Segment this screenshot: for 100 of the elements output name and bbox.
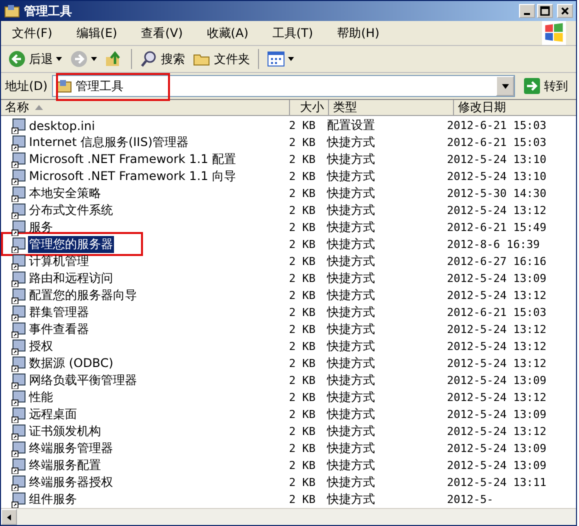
file-row[interactable]: Internet 信息服务(IIS)管理器 2 KB 快捷方式 2012-6-21 15:03 bbox=[1, 134, 576, 151]
file-row[interactable]: 证书颁发机构 2 KB 快捷方式 2012-5-24 13:12 bbox=[1, 423, 576, 440]
modified-date: 2012-5-24 13:10 bbox=[447, 170, 546, 183]
caret-icon bbox=[91, 57, 97, 61]
modified-date: 2012-5-24 13:10 bbox=[447, 153, 546, 166]
file-row[interactable]: Microsoft .NET Framework 1.1 向导 2 KB 快捷方式 2012-5-24 13:10 bbox=[1, 168, 576, 185]
file-name: 终端服务配置 bbox=[28, 457, 102, 474]
modified-date: 2012-8-6 16:39 bbox=[447, 238, 540, 251]
menu-item[interactable]: 文件(F) bbox=[7, 24, 60, 42]
dropdown-button[interactable] bbox=[496, 76, 514, 96]
modified-date: 2012-5-24 13:12 bbox=[447, 323, 546, 336]
search-icon bbox=[140, 50, 158, 68]
menu-item[interactable]: 查看(V) bbox=[136, 24, 190, 42]
search-button[interactable]: 搜索 bbox=[137, 47, 188, 71]
file-type: 快捷方式 bbox=[327, 305, 375, 319]
file-size: 2 KB bbox=[289, 323, 316, 336]
file-row[interactable]: 本地安全策略 2 KB 快捷方式 2012-5-30 14:30 bbox=[1, 185, 576, 202]
file-size: 2 KB bbox=[289, 221, 316, 234]
folders-button[interactable]: 文件夹 bbox=[190, 47, 253, 71]
shortcut-icon bbox=[11, 424, 27, 440]
maximize-icon bbox=[540, 6, 550, 16]
shortcut-icon bbox=[11, 372, 27, 388]
shortcut-icon bbox=[11, 492, 27, 508]
file-type: 配置设置 bbox=[327, 118, 375, 132]
file-row[interactable]: 服务 2 KB 快捷方式 2012-6-21 15:49 bbox=[1, 219, 576, 236]
file-size: 2 KB bbox=[289, 136, 316, 149]
file-size: 2 KB bbox=[289, 425, 316, 438]
file-type: 快捷方式 bbox=[327, 271, 375, 285]
file-row[interactable]: desktop.ini 2 KB 配置设置 2012-6-21 15:03 bbox=[1, 117, 576, 134]
file-row[interactable]: 管理您的服务器 2 KB 快捷方式 2012-8-6 16:39 bbox=[1, 236, 576, 253]
minimize-button[interactable] bbox=[519, 4, 535, 18]
file-type: 快捷方式 bbox=[327, 254, 375, 268]
shortcut-icon bbox=[11, 458, 27, 474]
file-row[interactable]: 终端服务器授权 2 KB 快捷方式 2012-5-24 13:11 bbox=[1, 474, 576, 491]
back-button[interactable]: 后退 bbox=[5, 47, 65, 71]
modified-date: 2012-5-24 13:12 bbox=[447, 340, 546, 353]
file-row[interactable]: 终端服务管理器 2 KB 快捷方式 2012-5-24 13:09 bbox=[1, 440, 576, 457]
column-header[interactable]: 修改日期 bbox=[454, 100, 576, 116]
column-header[interactable]: 大小 bbox=[290, 100, 329, 116]
file-row[interactable]: 配置您的服务器向导 2 KB 快捷方式 2012-5-24 13:12 bbox=[1, 287, 576, 304]
file-name: 服务 bbox=[28, 219, 54, 236]
shortcut-icon bbox=[11, 270, 27, 286]
column-header[interactable]: 名称 bbox=[1, 100, 290, 116]
shortcut-icon bbox=[11, 356, 27, 372]
file-size: 2 KB bbox=[289, 289, 316, 302]
file-type: 快捷方式 bbox=[327, 322, 375, 336]
address-field[interactable]: 管理工具 bbox=[52, 75, 515, 97]
file-size: 2 KB bbox=[289, 459, 316, 472]
file-name: 分布式文件系统 bbox=[28, 202, 114, 219]
shortcut-icon bbox=[11, 440, 27, 456]
menu-item[interactable]: 工具(T) bbox=[267, 24, 320, 42]
file-row[interactable]: 性能 2 KB 快捷方式 2012-5-24 13:12 bbox=[1, 389, 576, 406]
file-name: 授权 bbox=[28, 338, 54, 355]
window-title: 管理工具 bbox=[24, 2, 72, 20]
file-row[interactable]: 计算机管理 2 KB 快捷方式 2012-6-27 16:16 bbox=[1, 253, 576, 270]
file-name: 组件服务 bbox=[28, 491, 78, 508]
file-size: 2 KB bbox=[289, 340, 316, 353]
shortcut-icon bbox=[11, 152, 27, 168]
file-name: 本地安全策略 bbox=[28, 185, 102, 202]
menu-item[interactable]: 帮助(H) bbox=[332, 24, 386, 42]
file-name: 管理您的服务器 bbox=[28, 236, 114, 253]
file-type: 快捷方式 bbox=[327, 152, 375, 166]
close-button[interactable] bbox=[557, 4, 573, 18]
file-type: 快捷方式 bbox=[327, 458, 375, 472]
file-name: 性能 bbox=[28, 389, 54, 406]
file-size: 2 KB bbox=[289, 204, 316, 217]
file-row[interactable]: 数据源 (ODBC) 2 KB 快捷方式 2012-5-24 13:12 bbox=[1, 355, 576, 372]
go-button[interactable]: 转到 bbox=[519, 77, 572, 95]
file-name: Microsoft .NET Framework 1.1 配置 bbox=[28, 151, 238, 168]
modified-date: 2012-5-24 13:12 bbox=[447, 289, 546, 302]
modified-date: 2012-5-24 13:09 bbox=[447, 272, 546, 285]
file-row[interactable]: 路由和远程访问 2 KB 快捷方式 2012-5-24 13:09 bbox=[1, 270, 576, 287]
file-name: 网络负载平衡管理器 bbox=[28, 372, 138, 389]
file-row[interactable]: 授权 2 KB 快捷方式 2012-5-24 13:12 bbox=[1, 338, 576, 355]
file-row[interactable]: 事件查看器 2 KB 快捷方式 2012-5-24 13:12 bbox=[1, 321, 576, 338]
maximize-button[interactable] bbox=[537, 4, 553, 18]
file-name: 计算机管理 bbox=[28, 253, 90, 270]
horizontal-scrollbar[interactable] bbox=[1, 508, 576, 525]
file-name: 终端服务器授权 bbox=[28, 474, 114, 491]
file-size: 2 KB bbox=[289, 306, 316, 319]
file-type: 快捷方式 bbox=[327, 135, 375, 149]
modified-date: 2012-6-21 15:03 bbox=[447, 306, 546, 319]
modified-date: 2012-5-24 13:09 bbox=[447, 459, 546, 472]
shortcut-icon bbox=[11, 322, 27, 338]
menu-item[interactable]: 收藏(A) bbox=[202, 24, 256, 42]
sort-arrow-icon bbox=[35, 105, 43, 110]
modified-date: 2012-5-24 13:09 bbox=[447, 374, 546, 387]
file-row[interactable]: 终端服务配置 2 KB 快捷方式 2012-5-24 13:09 bbox=[1, 457, 576, 474]
file-row[interactable]: 远程桌面 2 KB 快捷方式 2012-5-24 13:09 bbox=[1, 406, 576, 423]
file-row[interactable]: 群集管理器 2 KB 快捷方式 2012-6-21 15:03 bbox=[1, 304, 576, 321]
file-row[interactable]: 分布式文件系统 2 KB 快捷方式 2012-5-24 13:12 bbox=[1, 202, 576, 219]
menu-item[interactable]: 编辑(E) bbox=[71, 24, 124, 42]
file-name: 事件查看器 bbox=[28, 321, 90, 338]
column-header[interactable]: 类型 bbox=[329, 100, 454, 116]
file-row[interactable]: Microsoft .NET Framework 1.1 配置 2 KB 快捷方式 2012-5-24 13:10 bbox=[1, 151, 576, 168]
windows-logo-icon bbox=[542, 21, 566, 45]
scroll-left-button[interactable] bbox=[1, 509, 17, 525]
file-size: 2 KB bbox=[289, 272, 316, 285]
file-row[interactable]: 网络负载平衡管理器 2 KB 快捷方式 2012-5-24 13:09 bbox=[1, 372, 576, 389]
file-row[interactable]: 组件服务 2 KB 快捷方式 2012-5- bbox=[1, 491, 576, 508]
